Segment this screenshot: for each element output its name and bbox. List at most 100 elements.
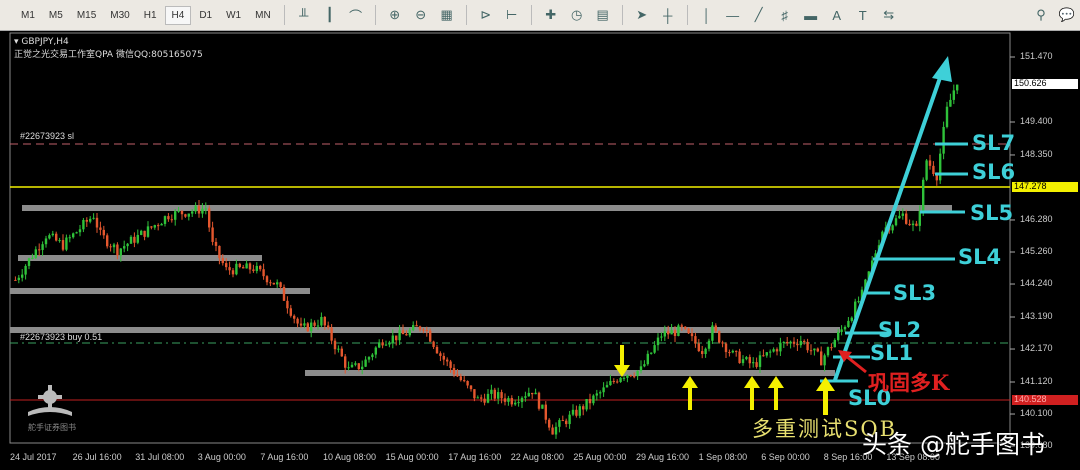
candle-body	[490, 389, 493, 394]
timeframe-m5[interactable]: M5	[43, 7, 69, 24]
candle-body	[408, 330, 411, 336]
candlestick-icon[interactable]: ┃	[319, 4, 341, 26]
tile-windows-icon[interactable]: ▦	[436, 4, 458, 26]
templates-icon[interactable]: ▤	[592, 4, 614, 26]
candle-body	[429, 330, 432, 342]
candle-body	[327, 325, 330, 328]
timeframe-h1[interactable]: H1	[138, 7, 163, 24]
price-tick: 148.350	[1020, 148, 1053, 159]
time-tick: 6 Sep 00:00	[761, 452, 810, 462]
candle-body	[823, 355, 826, 366]
consolidate-annotation: 巩固多K	[868, 370, 950, 395]
time-tick: 17 Aug 16:00	[448, 452, 502, 462]
candle-body	[792, 341, 796, 344]
candle-body	[643, 364, 646, 367]
level-bar	[18, 255, 262, 261]
indicators-icon[interactable]: ✚	[540, 4, 562, 26]
timeframe-mn[interactable]: MN	[249, 7, 277, 24]
timeframe-d1[interactable]: D1	[193, 7, 218, 24]
candle-body	[939, 153, 942, 181]
candle-body	[769, 351, 772, 353]
candle-body	[82, 219, 85, 230]
symbol-label: GBPJPY,H4	[21, 37, 69, 47]
candle-body	[187, 213, 190, 217]
candle-body	[605, 385, 609, 388]
vertical-line-icon[interactable]: │	[696, 4, 718, 26]
chart-subtitle: 正觉之光交易工作室QPA 微信QQ:805165075	[14, 50, 203, 60]
sl4-label: SL4	[958, 245, 1002, 269]
candle-body	[163, 216, 167, 224]
level-bar	[22, 205, 952, 211]
collapse-triangle-icon[interactable]: ▾	[14, 37, 19, 47]
candle-body	[279, 282, 282, 287]
toolbar-separator	[621, 5, 623, 25]
sl-order-label: #22673923 sl	[20, 131, 75, 141]
bar-chart-icon[interactable]: ╨	[293, 4, 315, 26]
crosshair-icon[interactable]: ┼	[657, 4, 679, 26]
candle-body	[299, 323, 303, 326]
candle-body	[415, 325, 418, 327]
candle-body	[323, 316, 326, 326]
fibonacci-icon[interactable]: ♯	[774, 4, 796, 26]
candle-body	[316, 325, 320, 327]
candle-body	[894, 218, 898, 226]
cursor-icon[interactable]: ➤	[631, 4, 653, 26]
candle-body	[177, 210, 180, 212]
toolbar: M1 M5 M15 M30 H1 H4 D1 W1 MN ╨ ┃ ⌒ ⊕ ⊖ ▦ ⊳ ⊢ ✚ ◷ ▤ ➤ ┼ │ — ╱ ♯ ▬ A T…	[0, 0, 1080, 31]
candle-body	[231, 270, 235, 275]
arrows-icon[interactable]: ⇆	[878, 4, 900, 26]
rectangle-icon[interactable]: ▬	[800, 4, 822, 26]
candle-body	[949, 99, 952, 107]
toolbar-separator	[686, 5, 688, 25]
candle-body	[459, 376, 462, 381]
candle-body	[480, 397, 483, 399]
candle-body	[38, 249, 41, 251]
time-tick: 10 Aug 08:00	[323, 452, 377, 462]
timeframe-m15[interactable]: M15	[71, 7, 102, 24]
timeframe-m1[interactable]: M1	[15, 7, 41, 24]
chart-shift-icon[interactable]: ⊢	[501, 4, 523, 26]
candle-body	[412, 325, 415, 331]
price-tick: 140.100	[1020, 408, 1053, 419]
line-chart-icon[interactable]: ⌒	[345, 4, 367, 26]
text-icon[interactable]: A	[826, 4, 848, 26]
sl1-label: SL1	[870, 341, 914, 365]
text-label-icon[interactable]: T	[852, 4, 874, 26]
candle-body	[514, 402, 517, 405]
candle-body	[755, 362, 758, 367]
auto-scroll-icon[interactable]: ⊳	[475, 4, 497, 26]
periods-clock-icon[interactable]: ◷	[566, 4, 588, 26]
candle-body	[221, 258, 224, 264]
candle-body	[656, 337, 660, 346]
candle-body	[85, 219, 88, 222]
candle-body	[704, 348, 707, 354]
candle-body	[303, 323, 306, 326]
candle-body	[833, 340, 836, 348]
candle-body	[89, 218, 92, 222]
trendline-icon[interactable]: ╱	[748, 4, 770, 26]
zoom-out-icon[interactable]: ⊖	[410, 4, 432, 26]
candle-body	[575, 409, 578, 416]
candle-body	[612, 380, 615, 382]
chat-icon[interactable]: 💬	[1056, 4, 1078, 26]
candle-body	[92, 217, 95, 219]
candle-body	[262, 269, 265, 277]
sl6-label: SL6	[972, 160, 1016, 184]
candle-body	[728, 352, 731, 354]
zoom-in-icon[interactable]: ⊕	[384, 4, 406, 26]
candle-body	[687, 328, 690, 334]
price-chart[interactable]	[0, 32, 1080, 470]
candle-body	[721, 342, 724, 344]
candle-body	[653, 345, 656, 353]
search-icon[interactable]: ⚲	[1030, 4, 1052, 26]
candle-body	[636, 370, 639, 377]
candle-body	[191, 211, 194, 214]
horizontal-line-icon[interactable]: —	[722, 4, 744, 26]
time-tick: 26 Jul 16:00	[72, 452, 122, 462]
timeframe-w1[interactable]: W1	[220, 7, 247, 24]
candle-body	[650, 352, 653, 354]
candle-body	[201, 208, 204, 214]
timeframe-m30[interactable]: M30	[104, 7, 135, 24]
toolbar-separator	[283, 5, 285, 25]
timeframe-h4[interactable]: H4	[164, 5, 192, 25]
